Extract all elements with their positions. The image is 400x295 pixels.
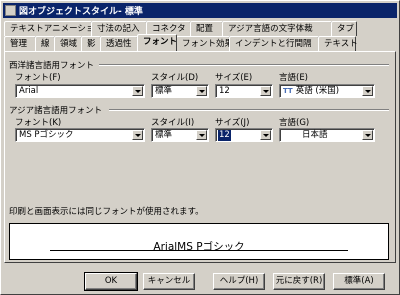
western-language-combo[interactable]: TT 英語 (米国) — [279, 84, 375, 98]
western-size-label: サイズ(E) — [215, 73, 253, 83]
asian-style-label: スタイル(I) — [151, 118, 195, 128]
tab-text-animation[interactable]: テキストアニメーション — [4, 21, 103, 36]
cancel-button[interactable]: キャンセル — [143, 273, 195, 290]
western-style-value: 標準 — [155, 86, 173, 96]
asian-size-combo[interactable]: 12 — [215, 128, 273, 142]
asian-style-value: 標準 — [155, 130, 173, 140]
asian-language-label: 言語(G) — [279, 118, 310, 128]
tab-area[interactable]: 領域 — [54, 36, 82, 51]
western-language-label: 言語(E) — [279, 73, 309, 83]
tab-row-back: テキストアニメーション 寸法の記入 コネクタ 配置 アジア言語の文字体裁 タブ — [4, 21, 357, 36]
asian-style-combo[interactable]: 標準 — [151, 128, 209, 142]
tab-organizer[interactable]: 管理 — [4, 36, 36, 51]
window-title: 図オブジェクトスタイル- 標準 — [19, 7, 143, 17]
reset-button[interactable]: 元に戻す(R) — [273, 273, 325, 290]
asian-font-combo[interactable]: MS Pゴシック — [15, 128, 145, 142]
western-style-combo[interactable]: 標準 — [151, 84, 209, 98]
tab-row-front: 管理 線 領域 影 透過性 フォント フォント効果 インデントと行間隔 テキスト — [4, 34, 358, 51]
app-icon — [5, 5, 16, 16]
western-font-combo[interactable]: Arial — [15, 84, 145, 98]
asian-language-combo[interactable]: 日本語 — [279, 128, 375, 142]
dialog-window: 図オブジェクトスタイル- 標準 テキストアニメーション 寸法の記入 コネクタ 配… — [0, 0, 400, 295]
chevron-down-icon[interactable] — [196, 86, 207, 96]
western-size-combo[interactable]: 12 — [215, 84, 273, 98]
preview-baseline — [50, 250, 348, 251]
preview-text: ArialMS Pゴシック — [153, 241, 245, 253]
asian-size-label: サイズ(J) — [215, 118, 250, 128]
help-button[interactable]: ヘルプ(H) — [213, 273, 265, 290]
chevron-down-icon[interactable] — [196, 130, 207, 140]
western-font-label: フォント(F) — [15, 73, 61, 83]
western-language-value-wrap: TT 英語 (米国) — [283, 86, 339, 97]
western-divider — [99, 64, 389, 66]
western-style-label: スタイル(D) — [151, 73, 199, 83]
tab-asian-typography[interactable]: アジア言語の文字体裁 — [222, 21, 332, 36]
tab-tabs[interactable]: タブ — [331, 21, 357, 36]
font-preview-box: ArialMS Pゴシック — [9, 223, 389, 260]
tab-font-effects[interactable]: フォント効果 — [176, 36, 233, 51]
asian-font-label: フォント(K) — [15, 118, 62, 128]
font-usage-note: 印刷と画面表示には同じフォントが使用されます。 — [9, 207, 204, 217]
western-language-value: 英語 (米国) — [295, 86, 340, 96]
tab-font[interactable]: フォント — [137, 34, 177, 51]
chevron-down-icon[interactable] — [362, 130, 373, 140]
tab-indents-spacing[interactable]: インデントと行間隔 — [229, 36, 319, 51]
asian-size-value: 12 — [218, 130, 231, 141]
tab-alignment[interactable]: 配置 — [190, 21, 223, 36]
western-size-value: 12 — [219, 86, 230, 96]
asian-language-value: 日本語 — [302, 130, 328, 140]
western-font-value: Arial — [19, 86, 39, 96]
title-bar[interactable]: 図オブジェクトスタイル- 標準 — [3, 3, 397, 18]
asian-font-value: MS Pゴシック — [19, 130, 74, 140]
spellcheck-icon: TT — [283, 87, 293, 95]
asian-divider — [109, 109, 389, 111]
chevron-down-icon[interactable] — [132, 130, 143, 140]
chevron-down-icon[interactable] — [362, 86, 373, 96]
tab-text[interactable]: テキスト — [318, 36, 358, 51]
standard-button[interactable]: 標準(A) — [333, 273, 385, 290]
asian-group-title: アジア諸言語用フォント — [9, 106, 103, 116]
chevron-down-icon[interactable] — [132, 86, 143, 96]
tab-transparency[interactable]: 透過性 — [100, 36, 138, 51]
chevron-down-icon[interactable] — [260, 130, 271, 140]
tab-shadow[interactable]: 影 — [81, 36, 101, 51]
tab-line[interactable]: 線 — [35, 36, 55, 51]
western-group-title: 西洋諸言語用フォント — [9, 61, 95, 71]
ok-button[interactable]: OK — [84, 272, 138, 291]
chevron-down-icon[interactable] — [260, 86, 271, 96]
